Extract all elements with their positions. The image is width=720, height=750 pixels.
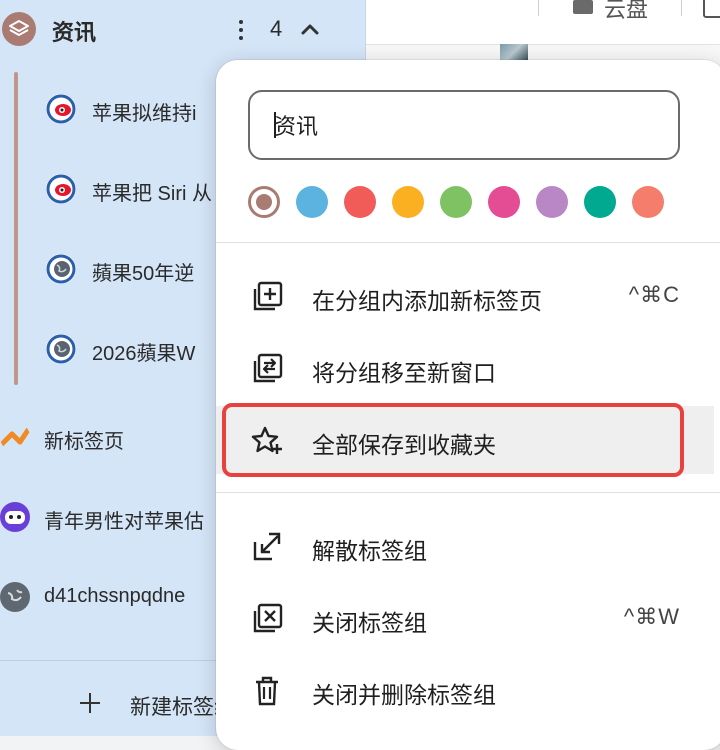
weibo-favicon-icon bbox=[46, 174, 76, 204]
add-tab-icon bbox=[253, 281, 283, 311]
folder-icon bbox=[573, 0, 593, 14]
tab-label: 2026蘋果W bbox=[92, 343, 196, 365]
close-tab-group-item[interactable]: 关闭标签组 ^⌘W bbox=[216, 584, 714, 652]
color-swatch-red[interactable] bbox=[344, 186, 376, 218]
more-vertical-icon[interactable] bbox=[226, 13, 256, 47]
star-add-icon bbox=[251, 426, 282, 454]
tab-group-context-menu: 在分组内添加新标签页 ^⌘C 将分组移至新窗口 全部保存到收藏夹 解散标签组 bbox=[216, 60, 720, 750]
tab-label: 青年男性对苹果估 bbox=[44, 511, 204, 533]
menu-item-label: 在分组内添加新标签页 bbox=[312, 288, 542, 314]
tab-label: 苹果把 Siri 从 bbox=[92, 183, 212, 205]
tab-group-title: 资讯 bbox=[52, 20, 97, 45]
color-swatch-brown[interactable] bbox=[248, 186, 280, 218]
close-box-icon bbox=[253, 603, 283, 633]
tab-group-count: 4 bbox=[270, 16, 283, 41]
tab-label: 新标签页 bbox=[44, 431, 124, 453]
new-tab-favicon-icon bbox=[0, 422, 30, 452]
move-group-to-window-item[interactable]: 将分组移至新窗口 bbox=[216, 334, 714, 402]
plus-icon bbox=[78, 691, 102, 715]
color-swatch-pink[interactable] bbox=[488, 186, 520, 218]
save-all-to-bookmarks-item[interactable]: 全部保存到收藏夹 bbox=[216, 406, 714, 474]
tab-label: 蘋果50年逆 bbox=[92, 263, 195, 285]
bookmark-label[interactable]: 云盘 bbox=[604, 0, 648, 24]
chevron-up-icon[interactable] bbox=[298, 18, 322, 40]
globe-favicon-icon bbox=[0, 582, 30, 612]
text-caret bbox=[274, 112, 276, 138]
trash-icon bbox=[256, 676, 278, 706]
color-swatch-blue[interactable] bbox=[296, 186, 328, 218]
menu-item-label: 关闭并删除标签组 bbox=[312, 682, 496, 708]
tab-group-header[interactable]: 资讯 4 bbox=[0, 0, 365, 62]
menu-item-label: 全部保存到收藏夹 bbox=[312, 432, 496, 458]
group-name-input[interactable] bbox=[248, 90, 680, 160]
close-and-delete-group-item[interactable]: 关闭并删除标签组 bbox=[216, 656, 714, 724]
color-swatch-orange[interactable] bbox=[632, 186, 664, 218]
globe-favicon-icon bbox=[46, 334, 76, 364]
tab-label: 苹果拟维持i bbox=[92, 103, 197, 125]
ungroup-item[interactable]: 解散标签组 bbox=[216, 512, 714, 580]
menu-item-label: 解散标签组 bbox=[312, 538, 427, 564]
divider bbox=[216, 242, 720, 243]
color-swatch-green[interactable] bbox=[440, 186, 472, 218]
divider bbox=[216, 492, 720, 493]
thumbnail-image bbox=[500, 44, 528, 60]
layers-icon bbox=[2, 12, 36, 46]
weibo-favicon-icon bbox=[46, 94, 76, 124]
move-to-window-icon bbox=[253, 353, 283, 383]
divider bbox=[681, 0, 682, 16]
menu-item-label: 关闭标签组 bbox=[312, 610, 427, 636]
color-swatch-purple[interactable] bbox=[536, 186, 568, 218]
menu-item-shortcut: ^⌘C bbox=[628, 282, 680, 307]
menu-item-label: 将分组移至新窗口 bbox=[312, 360, 496, 386]
add-tab-to-group-item[interactable]: 在分组内添加新标签页 ^⌘C bbox=[216, 262, 714, 330]
bookmark-box-icon[interactable] bbox=[703, 0, 720, 18]
color-swatch-teal[interactable] bbox=[584, 186, 616, 218]
ungroup-icon bbox=[253, 532, 281, 561]
globe-favicon-icon bbox=[46, 254, 76, 284]
color-swatch-yellow[interactable] bbox=[392, 186, 424, 218]
divider bbox=[538, 0, 539, 16]
menu-item-shortcut: ^⌘W bbox=[623, 604, 680, 629]
tab-label: d41chssnpqdne bbox=[44, 585, 186, 607]
chat-bot-favicon-icon bbox=[0, 502, 30, 532]
bookmarks-bar: 云盘 bbox=[366, 0, 720, 45]
